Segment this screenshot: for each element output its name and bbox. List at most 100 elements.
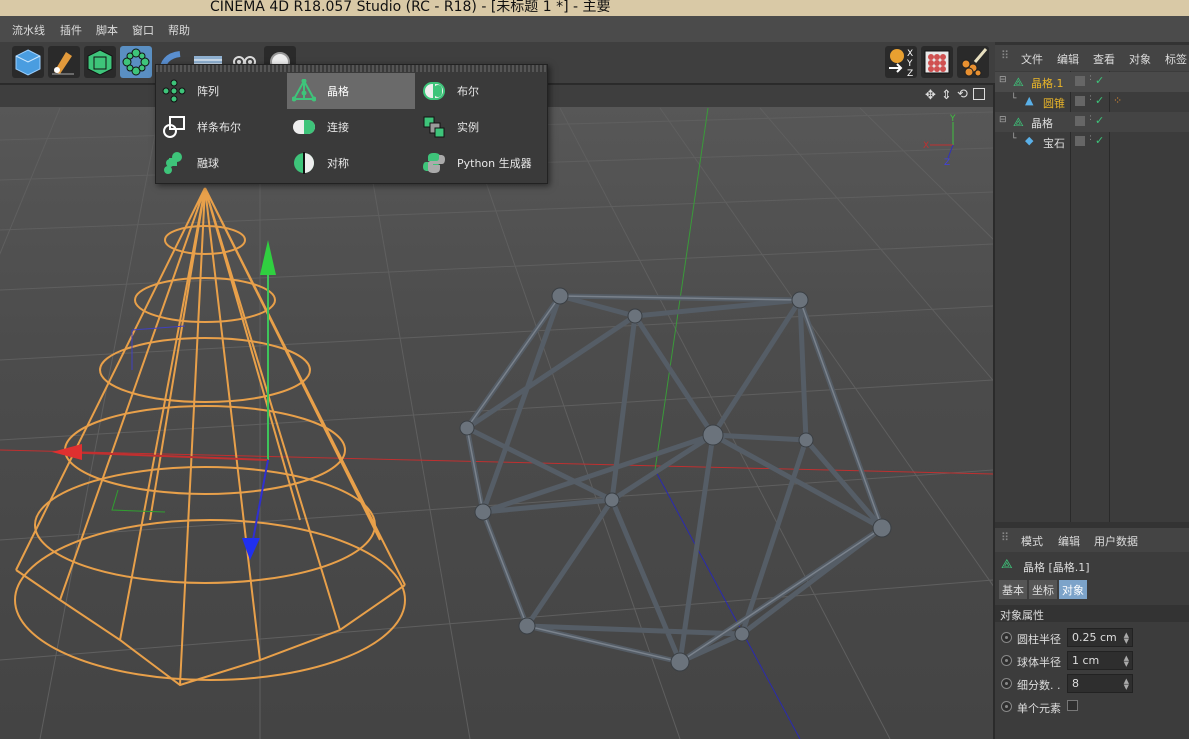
view-axis-indicator <box>930 122 954 159</box>
menu-plugins[interactable]: 插件 <box>60 22 82 38</box>
keyframe-radio[interactable] <box>1001 701 1012 712</box>
object-list: ⊟ ⟁ 晶格.1 : ✓ └ ▲ 圆锥 : ✓ ⁘ ⊟ ⟁ 晶格 : ✓ └ ◆… <box>995 71 1189 522</box>
object-row-cone[interactable]: └ ▲ 圆锥 : ✓ ⁘ <box>995 92 1189 112</box>
menu-window[interactable]: 窗口 <box>132 22 154 38</box>
metaball-icon <box>161 150 187 176</box>
python-icon <box>421 150 447 176</box>
layer-icon[interactable] <box>1075 96 1085 106</box>
coordinate-system-icon[interactable]: XYZ <box>885 46 917 79</box>
popup-drag-strip[interactable] <box>156 65 547 72</box>
grip-icon[interactable]: ⠿ <box>1001 49 1009 62</box>
menu-item-instance[interactable]: 实例 <box>417 109 545 145</box>
om-menu-object[interactable]: 对象 <box>1129 51 1151 67</box>
menu-script[interactable]: 脚本 <box>96 22 118 38</box>
gem-icon: ◆ <box>1025 134 1034 147</box>
subdivision-icon[interactable] <box>84 46 116 78</box>
menu-item-label: 融球 <box>197 157 219 170</box>
axis-indicator-y: Y <box>949 114 956 124</box>
gem-lattice <box>464 293 886 665</box>
enabled-check-icon[interactable]: ✓ <box>1095 94 1104 107</box>
object-name: 宝石 <box>1043 137 1065 150</box>
layer-icon[interactable] <box>1075 136 1085 146</box>
spline-boole-icon <box>161 114 187 140</box>
section-header: 对象属性 <box>995 605 1189 622</box>
enabled-check-icon[interactable]: ✓ <box>1095 134 1104 147</box>
move-icon[interactable]: ✥ <box>925 88 936 103</box>
property-cylinder-radius: 圆柱半径 0.25 cm ▲ ▼ <box>995 627 1189 649</box>
stepper-icon: ▲ ▼ <box>1123 677 1129 691</box>
keyframe-radio[interactable] <box>1001 678 1012 689</box>
axis-y-label: Y <box>906 59 913 69</box>
menu-item-array[interactable]: 阵列 <box>157 73 285 109</box>
array-icon[interactable] <box>120 46 152 78</box>
paint-icon[interactable] <box>957 46 989 78</box>
menu-item-connect[interactable]: 连接 <box>287 109 415 145</box>
keyframe-radio[interactable] <box>1001 655 1012 666</box>
object-manager-menu: ⠿ 文件 编辑 查看 对象 标签 <box>995 45 1189 71</box>
sphere-radius-field[interactable]: 1 cm ▲ ▼ <box>1067 651 1133 670</box>
tab-basic[interactable]: 基本 <box>999 580 1027 599</box>
property-label: 单个元素 <box>1017 702 1061 715</box>
window-title: CINEMA 4D R18.057 Studio (RC - R18) - [未… <box>210 0 611 15</box>
maximize-icon[interactable] <box>973 88 985 100</box>
menu-item-label: 样条布尔 <box>197 121 241 134</box>
grip-icon[interactable]: ⠿ <box>1001 531 1009 544</box>
section-title: 对象属性 <box>1000 609 1044 622</box>
single-element-checkbox[interactable] <box>1067 700 1078 711</box>
object-row-gem[interactable]: └ ◆ 宝石 : ✓ <box>995 132 1189 152</box>
object-row-atom-array[interactable]: ⊟ ⟁ 晶格 : ✓ <box>995 112 1189 132</box>
om-menu-tags[interactable]: 标签 <box>1165 51 1187 67</box>
property-segments: 细分数. . 8 ▲ ▼ <box>995 673 1189 695</box>
am-menu-user-data[interactable]: 用户数据 <box>1094 533 1138 549</box>
menu-item-boole[interactable]: 布尔 <box>417 73 545 109</box>
object-row-atom-array-1[interactable]: ⊟ ⟁ 晶格.1 : ✓ <box>995 72 1189 92</box>
om-menu-edit[interactable]: 编辑 <box>1057 51 1079 67</box>
keyframe-radio[interactable] <box>1001 632 1012 643</box>
enabled-check-icon[interactable]: ✓ <box>1095 74 1104 87</box>
zoom-icon[interactable]: ⇕ <box>941 88 952 103</box>
attribute-manager-menu: ⠿ 模式 编辑 用户数据 <box>995 528 1189 552</box>
menu-help[interactable]: 帮助 <box>168 22 190 38</box>
menu-item-label: 实例 <box>457 121 479 134</box>
om-menu-view[interactable]: 查看 <box>1093 51 1115 67</box>
layer-icon[interactable] <box>1075 116 1085 126</box>
am-menu-edit[interactable]: 编辑 <box>1058 533 1080 549</box>
material-tag-icon[interactable]: ⁘ <box>1113 94 1122 107</box>
property-label: 球体半径 <box>1017 656 1061 669</box>
property-sphere-radius: 球体半径 1 cm ▲ ▼ <box>995 650 1189 672</box>
axis-indicator-z: Z <box>944 158 950 168</box>
object-name: 圆锥 <box>1043 97 1065 110</box>
menu-pipeline[interactable]: 流水线 <box>12 22 45 38</box>
cylinder-radius-field[interactable]: 0.25 cm ▲ ▼ <box>1067 628 1133 647</box>
generator-menu: 阵列 晶格 布尔 样条布尔 连接 实例 融球 对称 Python 生成器 <box>155 64 548 184</box>
property-label: 圆柱半径 <box>1017 633 1061 646</box>
connect-icon <box>291 114 317 140</box>
rotate-icon[interactable]: ⟲ <box>957 87 968 102</box>
attribute-manager: ⟁ 晶格 [晶格.1] 基本 坐标 对象 对象属性 圆柱半径 0.25 cm ▲ ▼… <box>995 552 1189 739</box>
tab-coord[interactable]: 坐标 <box>1029 580 1057 599</box>
menu-item-symmetry[interactable]: 对称 <box>287 145 415 181</box>
render-settings-icon[interactable] <box>921 46 953 78</box>
menu-item-spline-boole[interactable]: 样条布尔 <box>157 109 285 145</box>
menu-item-atom-array[interactable]: 晶格 <box>287 73 415 109</box>
stepper-icon: ▲ ▼ <box>1123 654 1129 668</box>
pen-icon[interactable] <box>48 46 80 78</box>
menu-item-label: 布尔 <box>457 85 479 98</box>
atom-icon: ⟁ <box>1001 557 1013 572</box>
am-menu-mode[interactable]: 模式 <box>1021 533 1043 549</box>
om-menu-file[interactable]: 文件 <box>1021 51 1043 67</box>
stepper-icon: ▲ ▼ <box>1123 631 1129 645</box>
menu-item-label: 连接 <box>327 121 349 134</box>
instance-icon <box>421 114 447 140</box>
menu-item-python-generator[interactable]: Python 生成器 <box>417 145 545 181</box>
tab-object[interactable]: 对象 <box>1059 580 1087 599</box>
menu-item-metaball[interactable]: 融球 <box>157 145 285 181</box>
symmetry-icon <box>291 150 317 176</box>
title-bar: CINEMA 4D R18.057 Studio (RC - R18) - [未… <box>0 0 1189 16</box>
axis-indicator-x: X <box>923 141 929 151</box>
menu-item-label: 晶格 <box>327 85 349 98</box>
enabled-check-icon[interactable]: ✓ <box>1095 114 1104 127</box>
cube-icon[interactable] <box>12 46 44 78</box>
layer-icon[interactable] <box>1075 76 1085 86</box>
segments-field[interactable]: 8 ▲ ▼ <box>1067 674 1133 693</box>
